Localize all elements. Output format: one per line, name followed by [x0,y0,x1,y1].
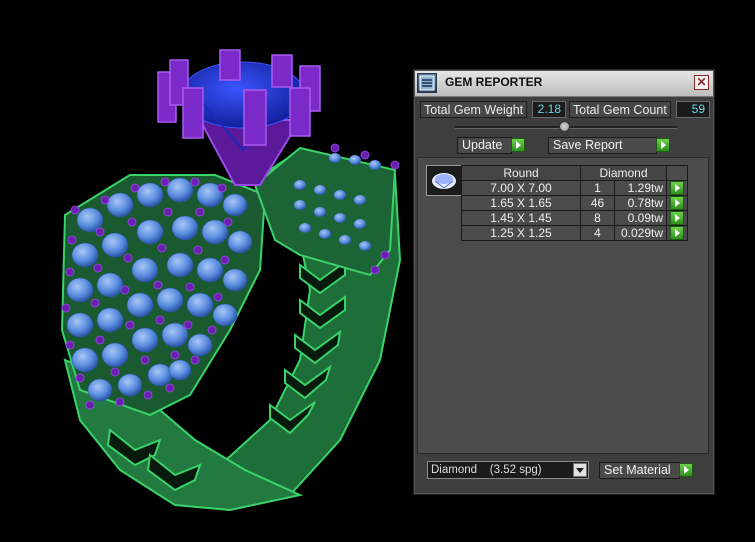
gem-weight: 0.029tw [614,225,667,241]
update-button[interactable]: Update [457,137,512,154]
material-select-value: Diamond (3.52 spg) [431,464,542,476]
update-button-label: Update [462,138,503,152]
gem-size: 7.00 X 7.00 [461,180,581,196]
play-arrow-icon[interactable] [670,211,684,225]
set-material-button-label: Set Material [604,463,671,477]
gem-weight: 0.78tw [614,195,667,211]
gem-count: 4 [580,225,615,241]
play-arrow-icon[interactable] [511,138,525,152]
gem-list-area: Round Diamond 7.00 X 7.00 1 1.29tw 1.65 … [417,157,709,454]
gem-size: 1.25 X 1.25 [461,225,581,241]
gem-thumbnail-icon[interactable] [426,165,462,196]
gem-table-header: Round Diamond [461,165,688,181]
total-gem-weight-label: Total Gem Weight [420,101,528,118]
set-material-button[interactable]: Set Material [599,462,680,479]
play-arrow-icon[interactable] [670,181,684,195]
gem-count: 1 [580,180,615,196]
gem-reporter-icon [417,73,437,93]
play-arrow-icon[interactable] [679,463,693,477]
total-gem-weight-value: 2.18 [532,101,566,118]
gem-size: 1.65 X 1.65 [461,195,581,211]
total-gem-count-label: Total Gem Count [569,101,671,118]
total-gem-count-value: 59 [676,101,710,118]
panel-title: GEM REPORTER [445,75,543,89]
slider-knob[interactable] [559,121,570,132]
gem-count: 46 [580,195,615,211]
panel-titlebar[interactable]: GEM REPORTER ✕ [415,71,713,97]
table-row[interactable]: 1.65 X 1.65 46 0.78tw [461,195,688,211]
gem-table: Round Diamond 7.00 X 7.00 1 1.29tw 1.65 … [461,165,688,241]
table-row[interactable]: 1.25 X 1.25 4 0.029tw [461,225,688,241]
play-arrow-icon[interactable] [670,196,684,210]
gem-count: 8 [580,210,615,226]
gem-weight: 0.09tw [614,210,667,226]
cut-header: Round [461,165,581,181]
play-arrow-icon[interactable] [670,226,684,240]
play-arrow-icon[interactable] [656,138,670,152]
dropdown-arrow-icon[interactable] [573,463,587,477]
save-report-button-label: Save Report [553,138,623,152]
material-select[interactable]: Diamond (3.52 spg) [427,461,589,479]
gem-weight: 1.29tw [614,180,667,196]
save-report-button[interactable]: Save Report [548,137,657,154]
table-row[interactable]: 7.00 X 7.00 1 1.29tw [461,180,688,196]
close-icon[interactable]: ✕ [694,75,709,90]
gem-size: 1.45 X 1.45 [461,210,581,226]
table-row[interactable]: 1.45 X 1.45 8 0.09tw [461,210,688,226]
material-header: Diamond [580,165,667,181]
gem-reporter-panel: GEM REPORTER ✕ Total Gem Weight 2.18 Tot… [414,70,714,494]
